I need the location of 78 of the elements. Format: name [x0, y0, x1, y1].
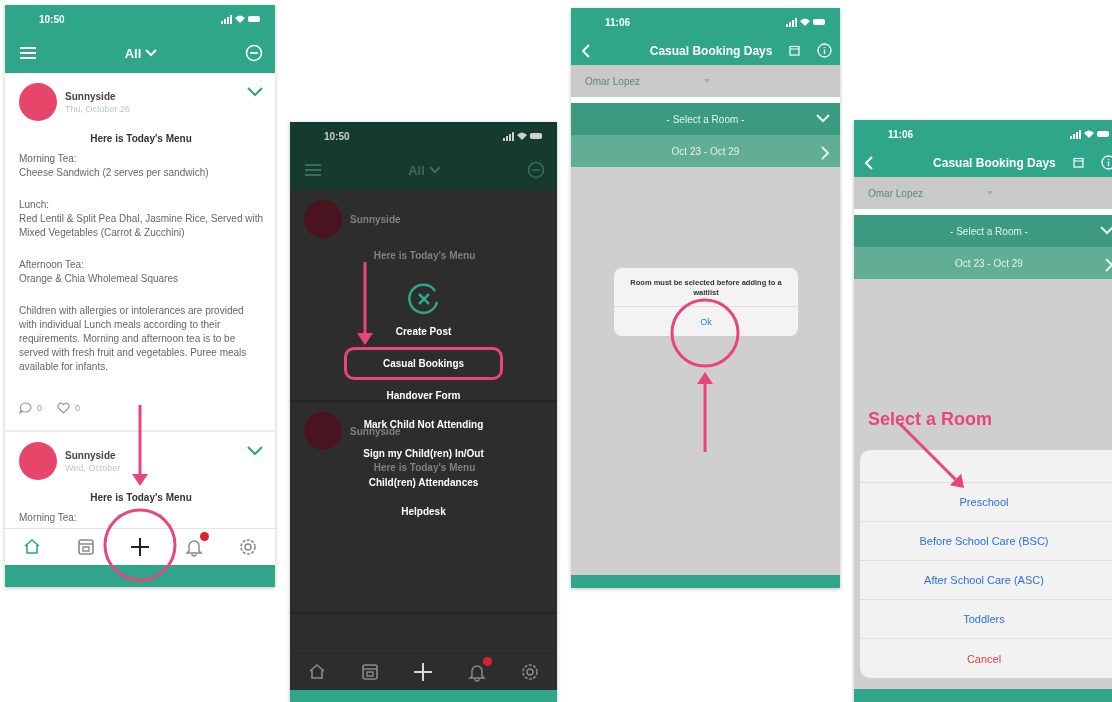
photo-placeholder	[19, 83, 57, 121]
status-time: 11:06	[888, 128, 914, 140]
post-text: Lunch:	[19, 198, 51, 212]
post-title: Here is Today's Menu	[372, 250, 477, 261]
menu-icon[interactable]	[304, 163, 322, 177]
plus-icon[interactable]	[130, 537, 150, 557]
comment-icon[interactable]	[19, 402, 32, 414]
photo-placeholder	[304, 412, 342, 450]
back-icon[interactable]	[864, 155, 874, 170]
chevron-down-icon[interactable]	[247, 446, 263, 456]
cancel-button[interactable]: Cancel	[860, 639, 1112, 678]
calendar-icon[interactable]	[76, 537, 96, 557]
gear-icon[interactable]	[520, 662, 541, 682]
chevron-right-icon	[821, 146, 830, 160]
sheet-option[interactable]: After School Care (ASC)	[860, 561, 1112, 600]
post-text: Children with allergies or intolerances are provided with individual Lunch meals according to their requirements. Morning and afternoon tea is to be served with fresh fruit and vegetables. Puree meals available for infants.	[19, 304, 248, 374]
post-text: Morning Tea:	[19, 511, 78, 525]
room-dropdown[interactable]: - Select a Room -	[854, 215, 1112, 247]
post-title: Here is Today's Menu	[372, 462, 477, 473]
heart-icon[interactable]	[57, 402, 70, 414]
status-icons-drawing	[221, 14, 261, 24]
week-selector[interactable]: Oct 23 - Oct 29	[854, 247, 1112, 279]
post-date: Thu, October 26	[65, 103, 132, 114]
comment-count: 0	[37, 403, 42, 413]
info-icon[interactable]	[1101, 155, 1112, 170]
menu-item[interactable]: Handover Form	[347, 382, 500, 409]
post-author: Sunnyside	[65, 90, 117, 102]
status-icons-drawing	[1070, 129, 1110, 139]
highlight-circle	[670, 298, 740, 368]
post-title: Here is Today's Menu	[89, 133, 193, 144]
week-selector[interactable]: Oct 23 - Oct 29	[571, 135, 840, 167]
post-text: Afternoon Tea:	[19, 258, 85, 272]
bell-icon[interactable]	[184, 537, 204, 557]
like-count: 0	[75, 403, 81, 413]
sheet-option[interactable]: Before School Care (BSC)	[860, 522, 1112, 561]
post-text: Orange & Chia Wholemeal Squares	[19, 272, 179, 286]
post-title: Here is Today's Menu	[89, 492, 193, 503]
home-icon[interactable]	[22, 537, 42, 557]
photo-placeholder	[304, 200, 342, 238]
menu-item[interactable]: Helpdesk	[362, 498, 485, 525]
ok-button[interactable]: Ok	[614, 306, 798, 336]
calendar-icon[interactable]	[360, 662, 381, 682]
status-icons-drawing	[503, 131, 543, 141]
chevron-down-icon	[1100, 226, 1112, 235]
gear-icon[interactable]	[238, 537, 258, 557]
chevron-right-icon	[1105, 258, 1112, 272]
status-time: 11:06	[605, 16, 631, 28]
calendar-icon[interactable]	[1072, 157, 1084, 168]
chevron-down-icon	[428, 166, 441, 174]
status-time: 10:50	[324, 130, 350, 142]
sheet-option[interactable]: Toddlers	[860, 600, 1112, 639]
screen-title: Casual Booking Days	[933, 155, 1056, 170]
callout-label: Select a Room	[868, 409, 993, 430]
chevron-down-icon	[816, 114, 830, 123]
post-text: Red Lentil & Split Pea Dhal, Jasmine Rice, Served with Mixed Vegetables (Carrot & Zucchini)	[19, 212, 263, 240]
room-dropdown[interactable]: - Select a Room -	[571, 103, 840, 135]
post-text: Morning Tea:	[19, 152, 78, 166]
back-icon[interactable]	[581, 43, 591, 58]
minus-circle-icon[interactable]	[527, 161, 545, 179]
chevron-down-icon[interactable]	[247, 87, 263, 97]
menu-item[interactable]: Create Post	[356, 318, 491, 345]
info-icon[interactable]	[817, 43, 832, 58]
filter-dropdown[interactable]: All	[120, 43, 162, 63]
bell-icon[interactable]	[466, 662, 487, 682]
calendar-icon[interactable]	[789, 45, 801, 56]
status-time: 10:50	[39, 13, 65, 25]
screen-title: Casual Booking Days	[649, 43, 773, 58]
close-icon[interactable]	[406, 282, 441, 316]
photo-placeholder	[19, 442, 57, 480]
chevron-down-icon	[145, 49, 158, 57]
caret-icon	[704, 79, 711, 83]
post-author: Sunnyside	[65, 449, 117, 461]
post-date: Wed, October	[65, 462, 122, 473]
menu-item[interactable]: Casual Bookings	[343, 347, 504, 380]
post-author: Sunnyside	[350, 213, 401, 225]
caret-icon	[987, 191, 994, 195]
status-icons-drawing	[786, 17, 826, 27]
post-text: Cheese Sandwich (2 serves per sandwich)	[19, 166, 210, 180]
